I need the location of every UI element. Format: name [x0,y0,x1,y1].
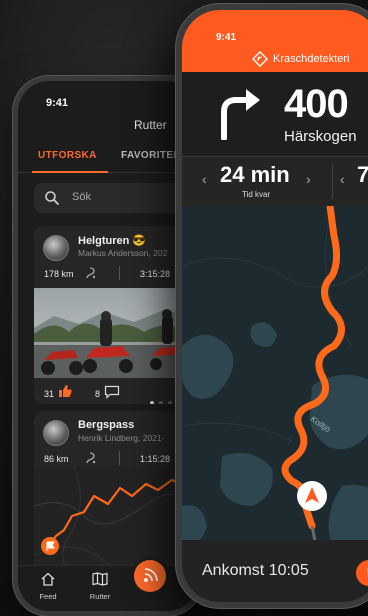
active-tab-indicator [32,171,108,173]
divider [119,266,120,280]
search-placeholder: Sök [72,191,91,203]
divider [119,451,120,465]
comment-count: 8 [95,389,101,399]
route-card[interactable]: Helgturen 😎 Markus Andersson, 202 178 km… [34,226,198,404]
time-left-label: Tid kvar [242,190,271,199]
route-title: Helgturen 😎 [78,235,147,247]
status-time: 9:41 [46,97,69,109]
back-phone-screen: 9:41 Rutter UTFORSKA FAVORITER Sök Helgt… [18,81,198,611]
action-button[interactable]: P [356,560,368,586]
tab-utforska[interactable]: UTFORSKA [38,150,97,161]
route-distance: 178 km [44,269,74,279]
signal-icon [144,568,158,582]
carousel-dots [150,392,177,404]
back-phone: 9:41 Rutter UTFORSKA FAVORITER Sök Helgt… [13,76,203,616]
avatar [43,235,69,261]
crash-detection-banner[interactable]: 9:41 Kraschdetekteri [182,10,368,72]
route-distance: 86 km [44,454,69,464]
front-phone: 9:41 Kraschdetekteri 400 Härskogen ‹ 24 … [176,4,368,608]
nav-label: Rutter [89,592,111,601]
turn-right-arrow-icon [216,86,264,145]
nav-feed[interactable]: Feed [28,572,68,601]
chevron-left-icon[interactable]: ‹ [202,171,207,187]
tab-bar: UTFORSKA FAVORITER [18,145,198,173]
route-author: Markus Andersson, 202 [78,248,168,258]
route-author: Henrik Lindberg, 2021- [78,433,165,443]
crash-detection-label: Kraschdetekteri [273,53,350,65]
search-icon [44,190,60,211]
arrival-time: Ankomst 10:05 [202,562,309,579]
home-icon [40,572,56,590]
nav-label: Feed [39,592,57,601]
navigation-map[interactable]: Kolltjö [182,206,368,546]
curvy-road-icon [84,266,98,285]
next-street: Härskogen [284,128,357,145]
chevron-left-icon[interactable]: ‹ [340,171,345,187]
time-left-value: 24 min [220,162,290,187]
tab-favoriter[interactable]: FAVORITER [121,150,181,161]
status-time: 9:41 [216,32,237,43]
comment-icon[interactable] [104,385,120,404]
map-icon [92,572,108,590]
like-count: 31 [44,389,55,399]
crash-detection-icon [251,50,269,72]
turn-distance: 400 [284,82,349,126]
divider [332,165,333,199]
search-input[interactable]: Sök [34,183,198,213]
route-photo [34,288,198,378]
thumbs-up-icon[interactable] [58,384,72,403]
second-stat-value: 7 [357,162,368,187]
trip-stats: ‹ 24 min Tid kvar › ‹ 7 [182,156,368,206]
chevron-right-icon[interactable]: › [306,171,311,187]
arrival-bar: Ankomst 10:05 P [182,540,368,602]
route-duration: 3:15:28 [140,269,171,279]
avatar [43,420,69,446]
bottom-nav: Feed Rutter [18,560,198,611]
route-duration: 1:15:28 [140,454,171,464]
turn-instruction: 400 Härskogen [182,72,368,156]
page-title: Rutter [134,118,167,132]
record-ride-button[interactable] [134,560,166,592]
nav-rutter[interactable]: Rutter [80,572,120,601]
route-title: Bergspass [78,419,135,431]
front-phone-screen: 9:41 Kraschdetekteri 400 Härskogen ‹ 24 … [182,10,368,602]
